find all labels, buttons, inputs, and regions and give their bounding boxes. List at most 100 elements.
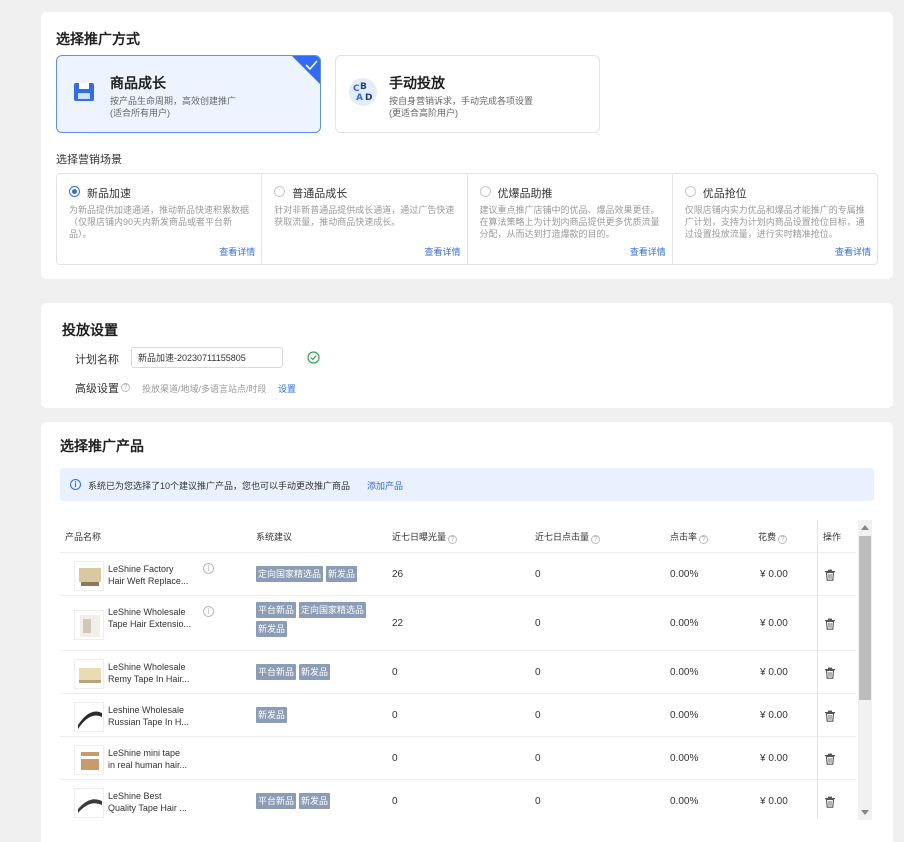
suggestion-tag: 新发品 — [299, 793, 331, 809]
abc-icon: C B A D — [349, 78, 377, 106]
ctr-value: 0.00% — [670, 753, 699, 764]
info-banner: i 系统已为您选择了10个建议推广产品，您也可以手动更改推广商品 添加产品 — [60, 468, 874, 501]
plan-name-input[interactable] — [131, 347, 283, 368]
info-icon[interactable]: i — [203, 606, 214, 617]
product-name[interactable]: LeShine Wholesale Remy Tape In Hair... — [108, 661, 200, 685]
section-title-products: 选择推广产品 — [60, 438, 144, 454]
scene-option-hot-boost[interactable]: 优爆品助推 建议重点推广店铺中的优品、爆品效果更佳。在算法策略上为计划内商品提供… — [468, 174, 673, 264]
clicks-value: 0 — [535, 569, 541, 580]
table-scrollbar[interactable] — [858, 520, 872, 820]
method-card-product-growth[interactable]: 商品成长 按产品生命周期，高效创建推广 (适合所有用户) — [56, 55, 321, 133]
help-icon[interactable]: ? — [121, 383, 130, 392]
section-title-plan: 投放设置 — [62, 322, 118, 338]
save-icon — [74, 83, 94, 101]
info-icon: i — [70, 479, 81, 490]
scene-option-premium-rank[interactable]: 优品抢位 仅限店铺内实力优品和爆品才能推广的专属推广计划，支持为计划内商品设置抢… — [673, 174, 877, 264]
advanced-settings-label: 高级设置 — [75, 383, 119, 395]
radio-icon[interactable] — [479, 186, 491, 197]
scene-options: 新品加速 为新品提供加速通道，推动新品快速积累数据（仅限店铺内90天内新发商品或… — [56, 173, 878, 265]
column-header-actions: 操作 — [823, 532, 842, 542]
plan-name-label: 计划名称 — [75, 354, 119, 366]
suggestion-tags: 定向国家精选品 新发品 — [256, 566, 376, 585]
scene-title: 新品加速 — [87, 188, 131, 200]
column-header-ctr: 点击率? — [670, 530, 709, 544]
impressions-value: 26 — [392, 569, 404, 580]
column-header-suggestion: 系统建议 — [256, 532, 293, 542]
scroll-thumb[interactable] — [859, 536, 871, 700]
view-details-link[interactable]: 查看详情 — [630, 245, 666, 258]
section-title-method: 选择推广方式 — [56, 31, 140, 47]
impressions-value: 0 — [392, 796, 398, 807]
view-details-link[interactable]: 查看详情 — [424, 245, 460, 258]
scene-title: 优品抢位 — [702, 188, 747, 200]
radio-icon[interactable] — [684, 186, 696, 197]
column-header-cost: 花费? — [758, 530, 788, 544]
trash-icon[interactable] — [824, 667, 836, 679]
impressions-value: 0 — [392, 710, 398, 721]
view-details-link[interactable]: 查看详情 — [835, 245, 871, 258]
trash-icon[interactable] — [824, 618, 836, 630]
table-row: LeShine mini tape in real human hair... 0 0… — [60, 736, 856, 779]
product-name[interactable]: LeShine Best Quality Tape Hair ... — [108, 790, 200, 814]
radio-icon[interactable] — [274, 186, 286, 197]
scroll-up-icon[interactable] — [861, 525, 869, 530]
ctr-value: 0.00% — [670, 796, 699, 807]
clicks-value: 0 — [535, 796, 541, 807]
product-name[interactable]: LeShine mini tape in real human hair... — [108, 747, 200, 771]
product-name[interactable]: LeShine Factory Hair Weft Replace... i — [108, 563, 214, 587]
suggestion-tag: 平台新品 — [256, 664, 297, 680]
product-thumbnail — [74, 788, 104, 818]
scene-desc: 为新品提供加速通道，推动新品快速积累数据（仅限店铺内90天内新发商品或者平台新品… — [69, 205, 250, 239]
help-icon[interactable]: ? — [591, 535, 601, 544]
product-name[interactable]: Leshine Wholesale Russian Tape In H... — [108, 704, 200, 728]
scene-title: 优爆品助推 — [497, 188, 553, 200]
help-icon[interactable]: ? — [699, 535, 709, 544]
clicks-value: 0 — [535, 753, 541, 764]
ctr-value: 0.00% — [670, 569, 699, 580]
trash-icon[interactable] — [824, 796, 836, 808]
suggestion-tag: 定向国家精选品 — [256, 566, 324, 582]
product-thumbnail — [74, 659, 104, 689]
product-name[interactable]: LeShine Wholesale Tape Hair Extensio... i — [108, 606, 214, 630]
method-desc: 按产品生命周期，高效创建推广 (适合所有用户) — [110, 96, 237, 118]
column-header-clicks: 近七日点击量? — [535, 530, 601, 544]
advanced-settings-desc: 投放渠道/地域/多语言站点/时段 — [142, 384, 267, 394]
scene-desc: 仅限店铺内实力优品和爆品才能推广的专属推广计划，支持为计划内商品设置抢位目标，通… — [684, 205, 865, 239]
check-circle-icon — [307, 351, 320, 364]
suggestion-tags: 新发品 — [256, 707, 376, 726]
view-details-link[interactable]: 查看详情 — [219, 245, 255, 258]
suggestion-tag: 新发品 — [256, 621, 288, 637]
table-row: Leshine Wholesale Russian Tape In H... 新发品… — [60, 693, 856, 736]
product-selection-card: 选择推广产品 i 系统已为您选择了10个建议推广产品，您也可以手动更改推广商品 … — [41, 422, 893, 842]
scene-desc: 针对非新普通品提供成长通道，通过广告快速获取流量，推动商品快速成长。 — [274, 205, 455, 227]
trash-icon[interactable] — [824, 753, 836, 765]
cost-value: ¥ 0.00 — [760, 618, 788, 629]
impressions-value: 0 — [392, 667, 398, 678]
impressions-value: 0 — [392, 753, 398, 764]
scene-desc: 建议重点推广店铺中的优品、爆品效果更佳。在算法策略上为计划内商品提供更多优质流量… — [479, 205, 660, 239]
help-icon[interactable]: ? — [778, 535, 788, 544]
table-row: LeShine Factory Hair Weft Replace... i 定向国家… — [60, 552, 856, 595]
table-row: LeShine Best Quality Tape Hair ... 平台新品 新发品… — [60, 779, 856, 822]
clicks-value: 0 — [535, 667, 541, 678]
selected-check-icon — [292, 56, 320, 84]
scene-option-new-product[interactable]: 新品加速 为新品提供加速通道，推动新品快速积累数据（仅限店铺内90天内新发商品或… — [57, 174, 263, 264]
product-thumbnail — [74, 745, 104, 775]
svg-text:B: B — [360, 82, 367, 92]
cost-value: ¥ 0.00 — [760, 753, 788, 764]
column-header-impressions: 近七日曝光量? — [392, 530, 458, 544]
cost-value: ¥ 0.00 — [760, 710, 788, 721]
help-icon[interactable]: ? — [448, 535, 458, 544]
trash-icon[interactable] — [824, 569, 836, 581]
scroll-down-icon[interactable] — [861, 810, 869, 815]
info-icon[interactable]: i — [203, 563, 214, 574]
product-thumbnail — [74, 610, 104, 640]
scene-option-regular-growth[interactable]: 普通品成长 针对非新普通品提供成长通道，通过广告快速获取流量，推动商品快速成长。… — [262, 174, 468, 264]
radio-selected-icon[interactable] — [69, 186, 80, 197]
table-row: LeShine Wholesale Remy Tape In Hair... 平台新… — [60, 650, 856, 693]
trash-icon[interactable] — [824, 710, 836, 722]
method-card-manual[interactable]: C B A D 手动投放 按自身营销诉求，手动完成各项设置 (更适合高阶用户) — [335, 55, 600, 133]
advanced-settings-link[interactable]: 设置 — [278, 382, 296, 395]
add-product-link[interactable]: 添加产品 — [367, 479, 403, 492]
plan-settings-card: 投放设置 计划名称 高级设置 ? 投放渠道/地域/多语言站点/时段 设置 — [41, 303, 893, 408]
